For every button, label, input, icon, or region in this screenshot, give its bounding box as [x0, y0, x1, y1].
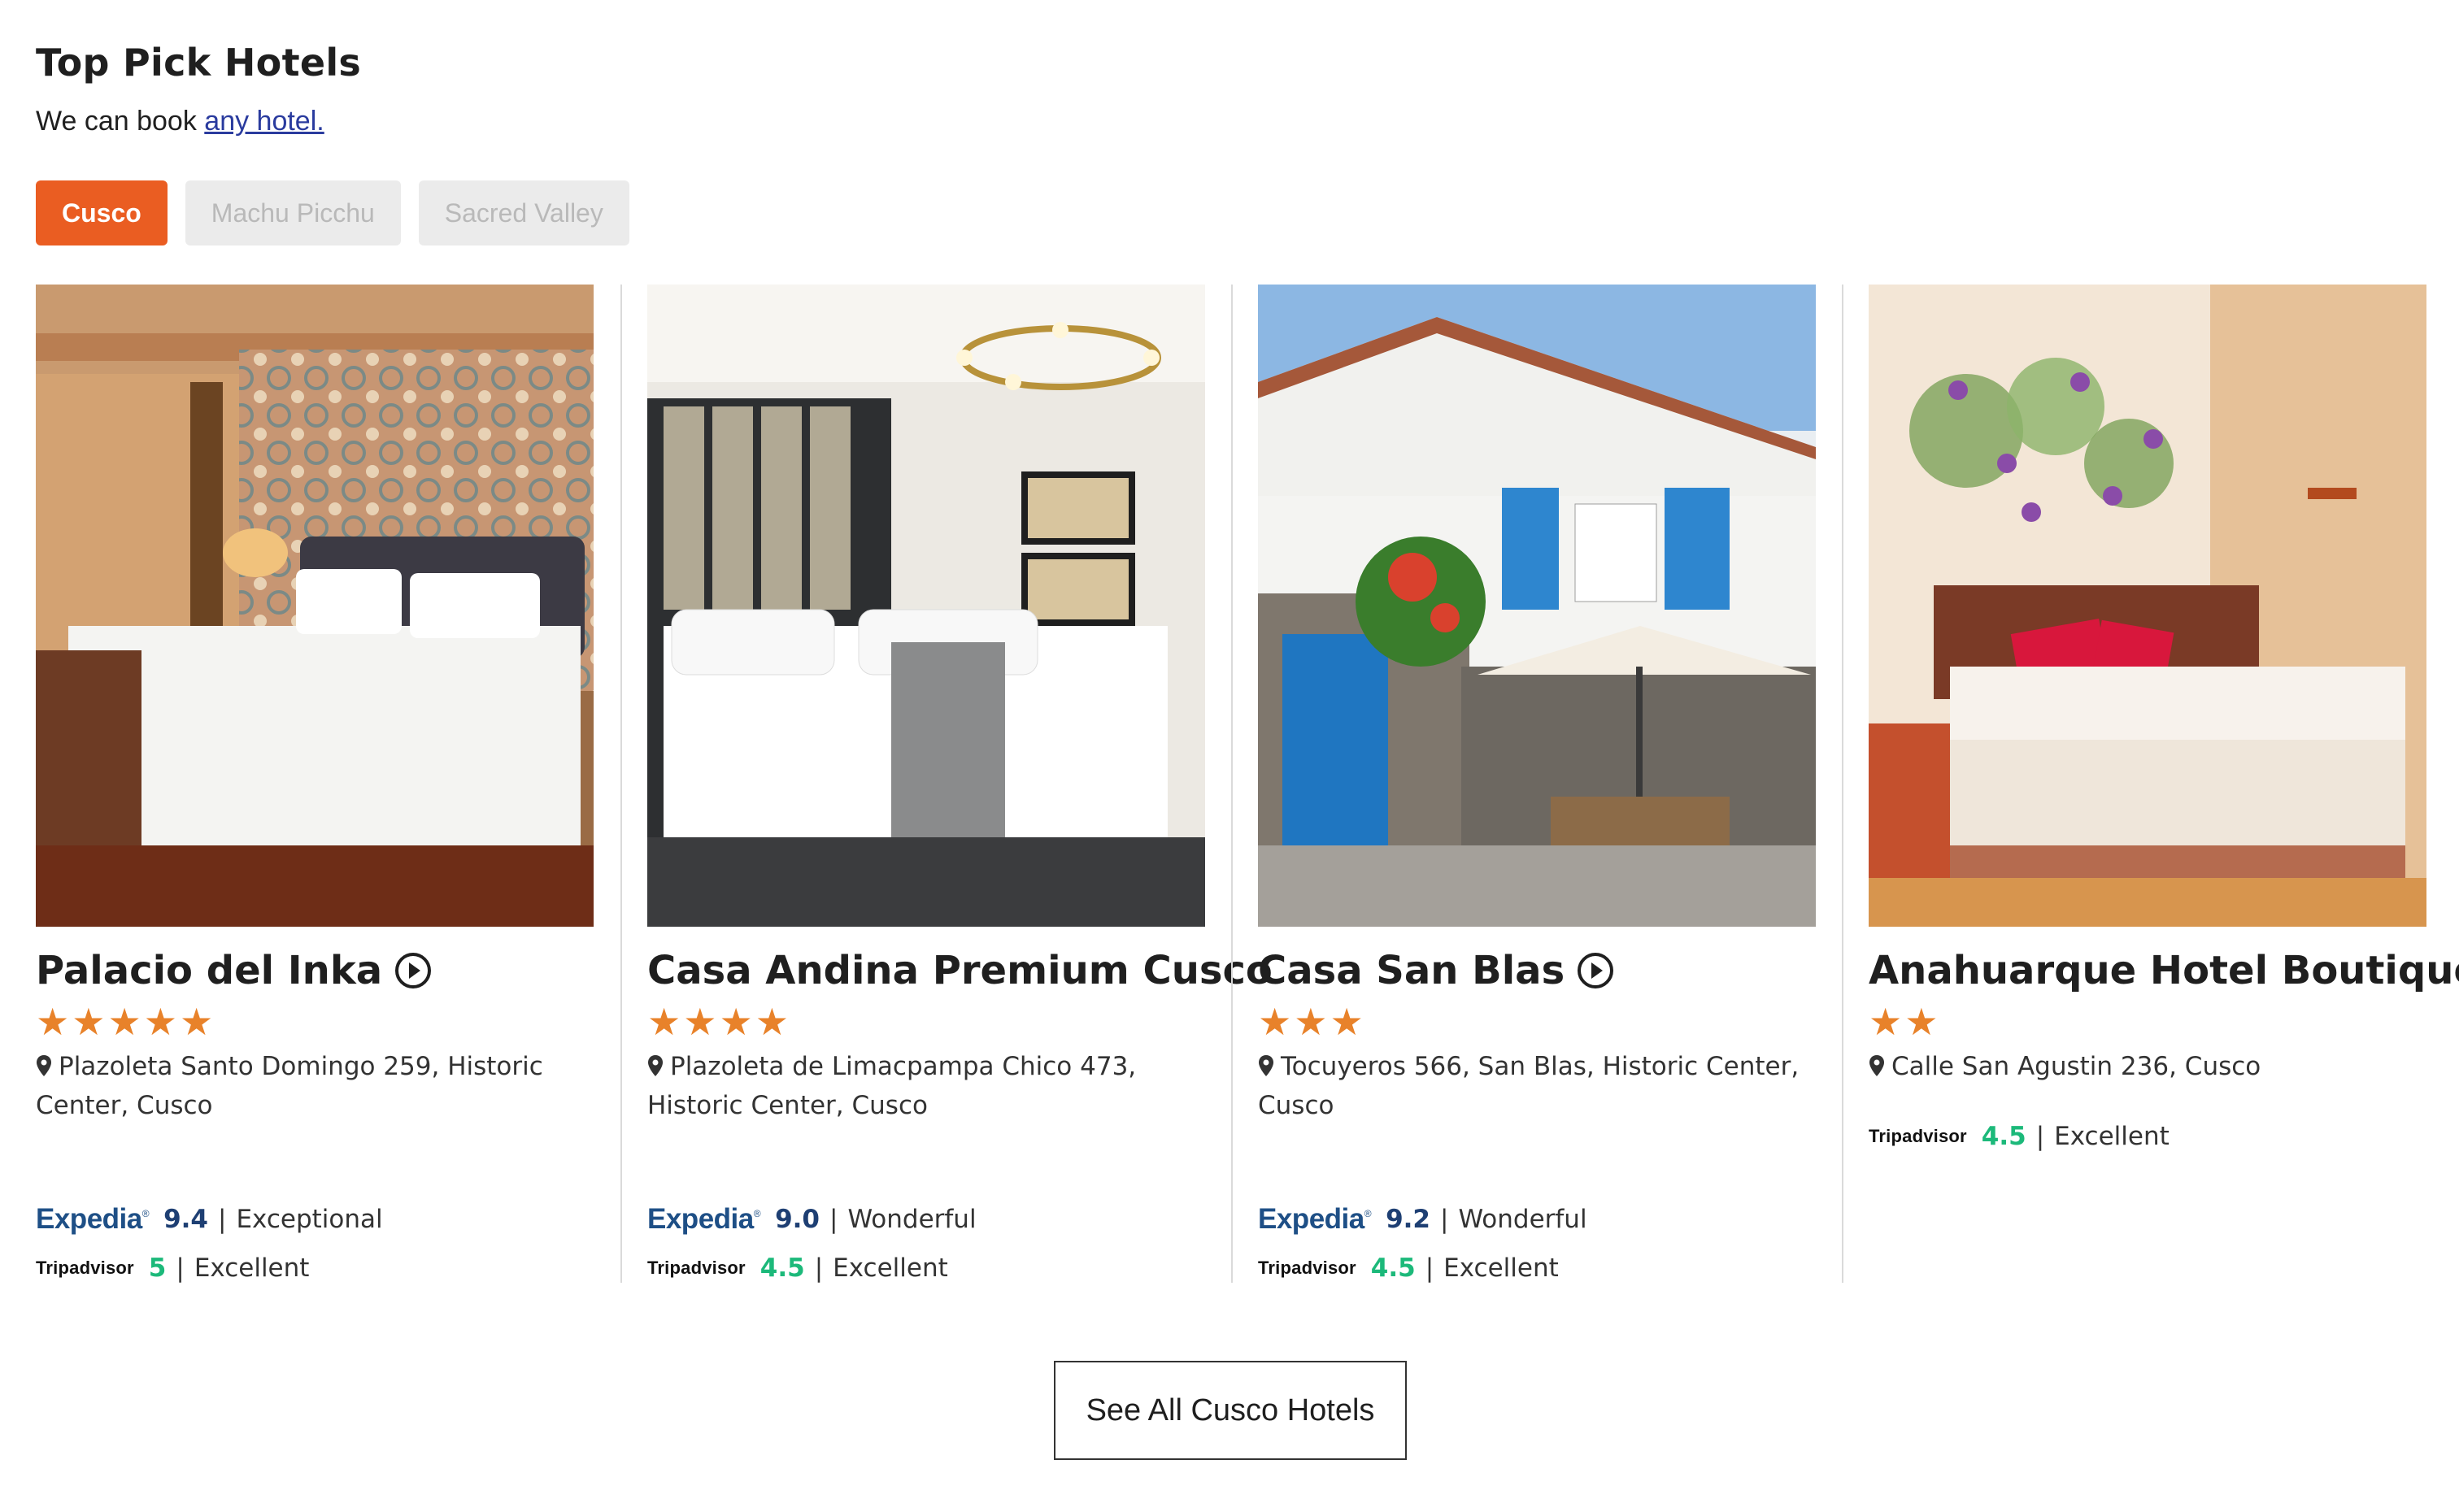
card-divider — [1842, 285, 1843, 1283]
expedia-logo: Expedia® — [647, 1203, 761, 1235]
hotel-room-image — [647, 285, 1205, 927]
hotel-photo[interactable] — [647, 285, 1205, 927]
card-divider — [1231, 285, 1233, 1283]
play-circle-icon[interactable] — [394, 951, 433, 990]
hotel-address: Plazoleta de Limacpampa Chico 473, Histo… — [647, 1047, 1200, 1125]
card-divider — [620, 285, 622, 1283]
tripadvisor-rating: Tripadvisor 4.5 | Excellent — [647, 1253, 948, 1283]
tripadvisor-score: 5 — [148, 1253, 167, 1283]
separator: | — [1440, 1205, 1449, 1234]
separator: | — [176, 1253, 185, 1283]
hotel-photo[interactable] — [36, 285, 594, 927]
star-rating: ★★★★★ — [36, 1000, 216, 1044]
map-pin-icon — [1259, 1055, 1273, 1076]
map-pin-icon — [648, 1055, 663, 1076]
hotel-card-casa-andina-premium[interactable]: Casa Andina Premium Cusco ★★★★ Plazoleta… — [647, 285, 1273, 1283]
tab-sacred-valley[interactable]: Sacred Valley — [418, 180, 629, 245]
tripadvisor-rating: Tripadvisor 4.5 | Excellent — [1258, 1253, 1559, 1283]
star-rating: ★★★★ — [647, 1000, 791, 1044]
star-rating: ★★★ — [1258, 1000, 1366, 1044]
expedia-score: 9.0 — [775, 1205, 820, 1234]
hotel-address-text: Calle San Agustin 236, Cusco — [1891, 1052, 2261, 1081]
hotel-cards: Palacio del Inka ★★★★★ Plazoleta Santo D… — [36, 285, 2459, 1283]
map-pin-icon — [1869, 1055, 1884, 1076]
hotel-room-image — [36, 285, 594, 927]
tripadvisor-logo: Tripadvisor — [36, 1258, 134, 1278]
separator: | — [218, 1205, 227, 1234]
tripadvisor-score: 4.5 — [1981, 1122, 2026, 1151]
hotel-address-text: Plazoleta de Limacpampa Chico 473, Histo… — [647, 1052, 1137, 1120]
star-rating: ★★ — [1869, 1000, 1941, 1044]
expedia-rating: Expedia® 9.4 | Exceptional — [36, 1203, 383, 1236]
hotel-name-text[interactable]: Anahuarque Hotel Boutique — [1869, 948, 2459, 993]
tripadvisor-label: Excellent — [833, 1253, 948, 1283]
destination-tabs: Cusco Machu Picchu Sacred Valley — [36, 180, 629, 245]
tripadvisor-score: 4.5 — [1370, 1253, 1416, 1283]
section-title: Top Pick Hotels — [36, 41, 362, 85]
hotel-name-text[interactable]: Palacio del Inka — [36, 948, 382, 993]
hotel-address-text: Plazoleta Santo Domingo 259, Historic Ce… — [36, 1052, 543, 1120]
tab-machu-picchu[interactable]: Machu Picchu — [185, 180, 401, 245]
hotel-address: Plazoleta Santo Domingo 259, Historic Ce… — [36, 1047, 589, 1125]
hotel-photo[interactable] — [1869, 285, 2426, 927]
expedia-label: Wonderful — [1458, 1205, 1587, 1234]
hotel-name[interactable]: Casa Andina Premium Cusco — [647, 948, 1273, 993]
any-hotel-link[interactable]: any hotel. — [204, 106, 324, 137]
hotel-name[interactable]: Anahuarque Hotel Boutique — [1869, 948, 2459, 993]
separator: | — [814, 1253, 824, 1283]
hotel-photo[interactable] — [1258, 285, 1816, 927]
separator: | — [2035, 1122, 2045, 1151]
separator: | — [1425, 1253, 1434, 1283]
expedia-logo-text: Expedia — [36, 1203, 142, 1235]
expedia-label: Exceptional — [236, 1205, 383, 1234]
hotel-card-casa-san-blas[interactable]: Casa San Blas ★★★ Tocuyeros 566, San Bla… — [1258, 285, 1816, 1283]
hotel-address: Calle San Agustin 236, Cusco — [1869, 1047, 2422, 1086]
expedia-score: 9.2 — [1386, 1205, 1430, 1234]
hotel-card-palacio-del-inka[interactable]: Palacio del Inka ★★★★★ Plazoleta Santo D… — [36, 285, 594, 1283]
tripadvisor-rating: Tripadvisor 5 | Excellent — [36, 1253, 309, 1283]
top-picks-header: Top Pick Hotels We can book any hotel. — [36, 41, 2426, 137]
hotel-name[interactable]: Palacio del Inka — [36, 948, 621, 993]
expedia-score: 9.4 — [163, 1205, 208, 1234]
see-all-hotels-button[interactable]: See All Cusco Hotels — [1054, 1361, 1407, 1460]
tripadvisor-logo: Tripadvisor — [1258, 1258, 1356, 1278]
section-subtitle: We can book any hotel. — [36, 106, 2426, 137]
hotel-address-text: Tocuyeros 566, San Blas, Historic Center… — [1258, 1052, 1800, 1120]
separator: | — [829, 1205, 838, 1234]
map-pin-icon — [37, 1055, 51, 1076]
expedia-logo-text: Expedia — [1258, 1203, 1364, 1235]
expedia-logo: Expedia® — [1258, 1203, 1372, 1235]
tripadvisor-rating: Tripadvisor 4.5 | Excellent — [1869, 1122, 2170, 1151]
subtitle-text: We can book — [36, 106, 197, 137]
tripadvisor-logo: Tripadvisor — [647, 1258, 746, 1278]
tripadvisor-label: Excellent — [2054, 1122, 2170, 1151]
expedia-rating: Expedia® 9.0 | Wonderful — [647, 1203, 977, 1236]
tripadvisor-logo: Tripadvisor — [1869, 1126, 1967, 1146]
hotel-name-text[interactable]: Casa Andina Premium Cusco — [647, 948, 1273, 993]
hotel-card-anahuarque-boutique[interactable]: Anahuarque Hotel Boutique ★★ Calle San A… — [1869, 285, 2459, 1283]
hotel-name[interactable]: Casa San Blas — [1258, 948, 1843, 993]
hotel-room-image — [1869, 285, 2426, 927]
tripadvisor-label: Excellent — [1443, 1253, 1559, 1283]
expedia-logo-text: Expedia — [647, 1203, 754, 1235]
expedia-rating: Expedia® 9.2 | Wonderful — [1258, 1203, 1587, 1236]
tripadvisor-score: 4.5 — [759, 1253, 805, 1283]
hotel-name-text[interactable]: Casa San Blas — [1258, 948, 1565, 993]
play-circle-icon[interactable] — [1576, 951, 1615, 990]
expedia-label: Wonderful — [847, 1205, 977, 1234]
tripadvisor-label: Excellent — [194, 1253, 310, 1283]
expedia-logo: Expedia® — [36, 1203, 150, 1235]
tab-cusco[interactable]: Cusco — [36, 180, 168, 245]
hotel-address: Tocuyeros 566, San Blas, Historic Center… — [1258, 1047, 1811, 1125]
hotel-exterior-image — [1258, 285, 1816, 927]
